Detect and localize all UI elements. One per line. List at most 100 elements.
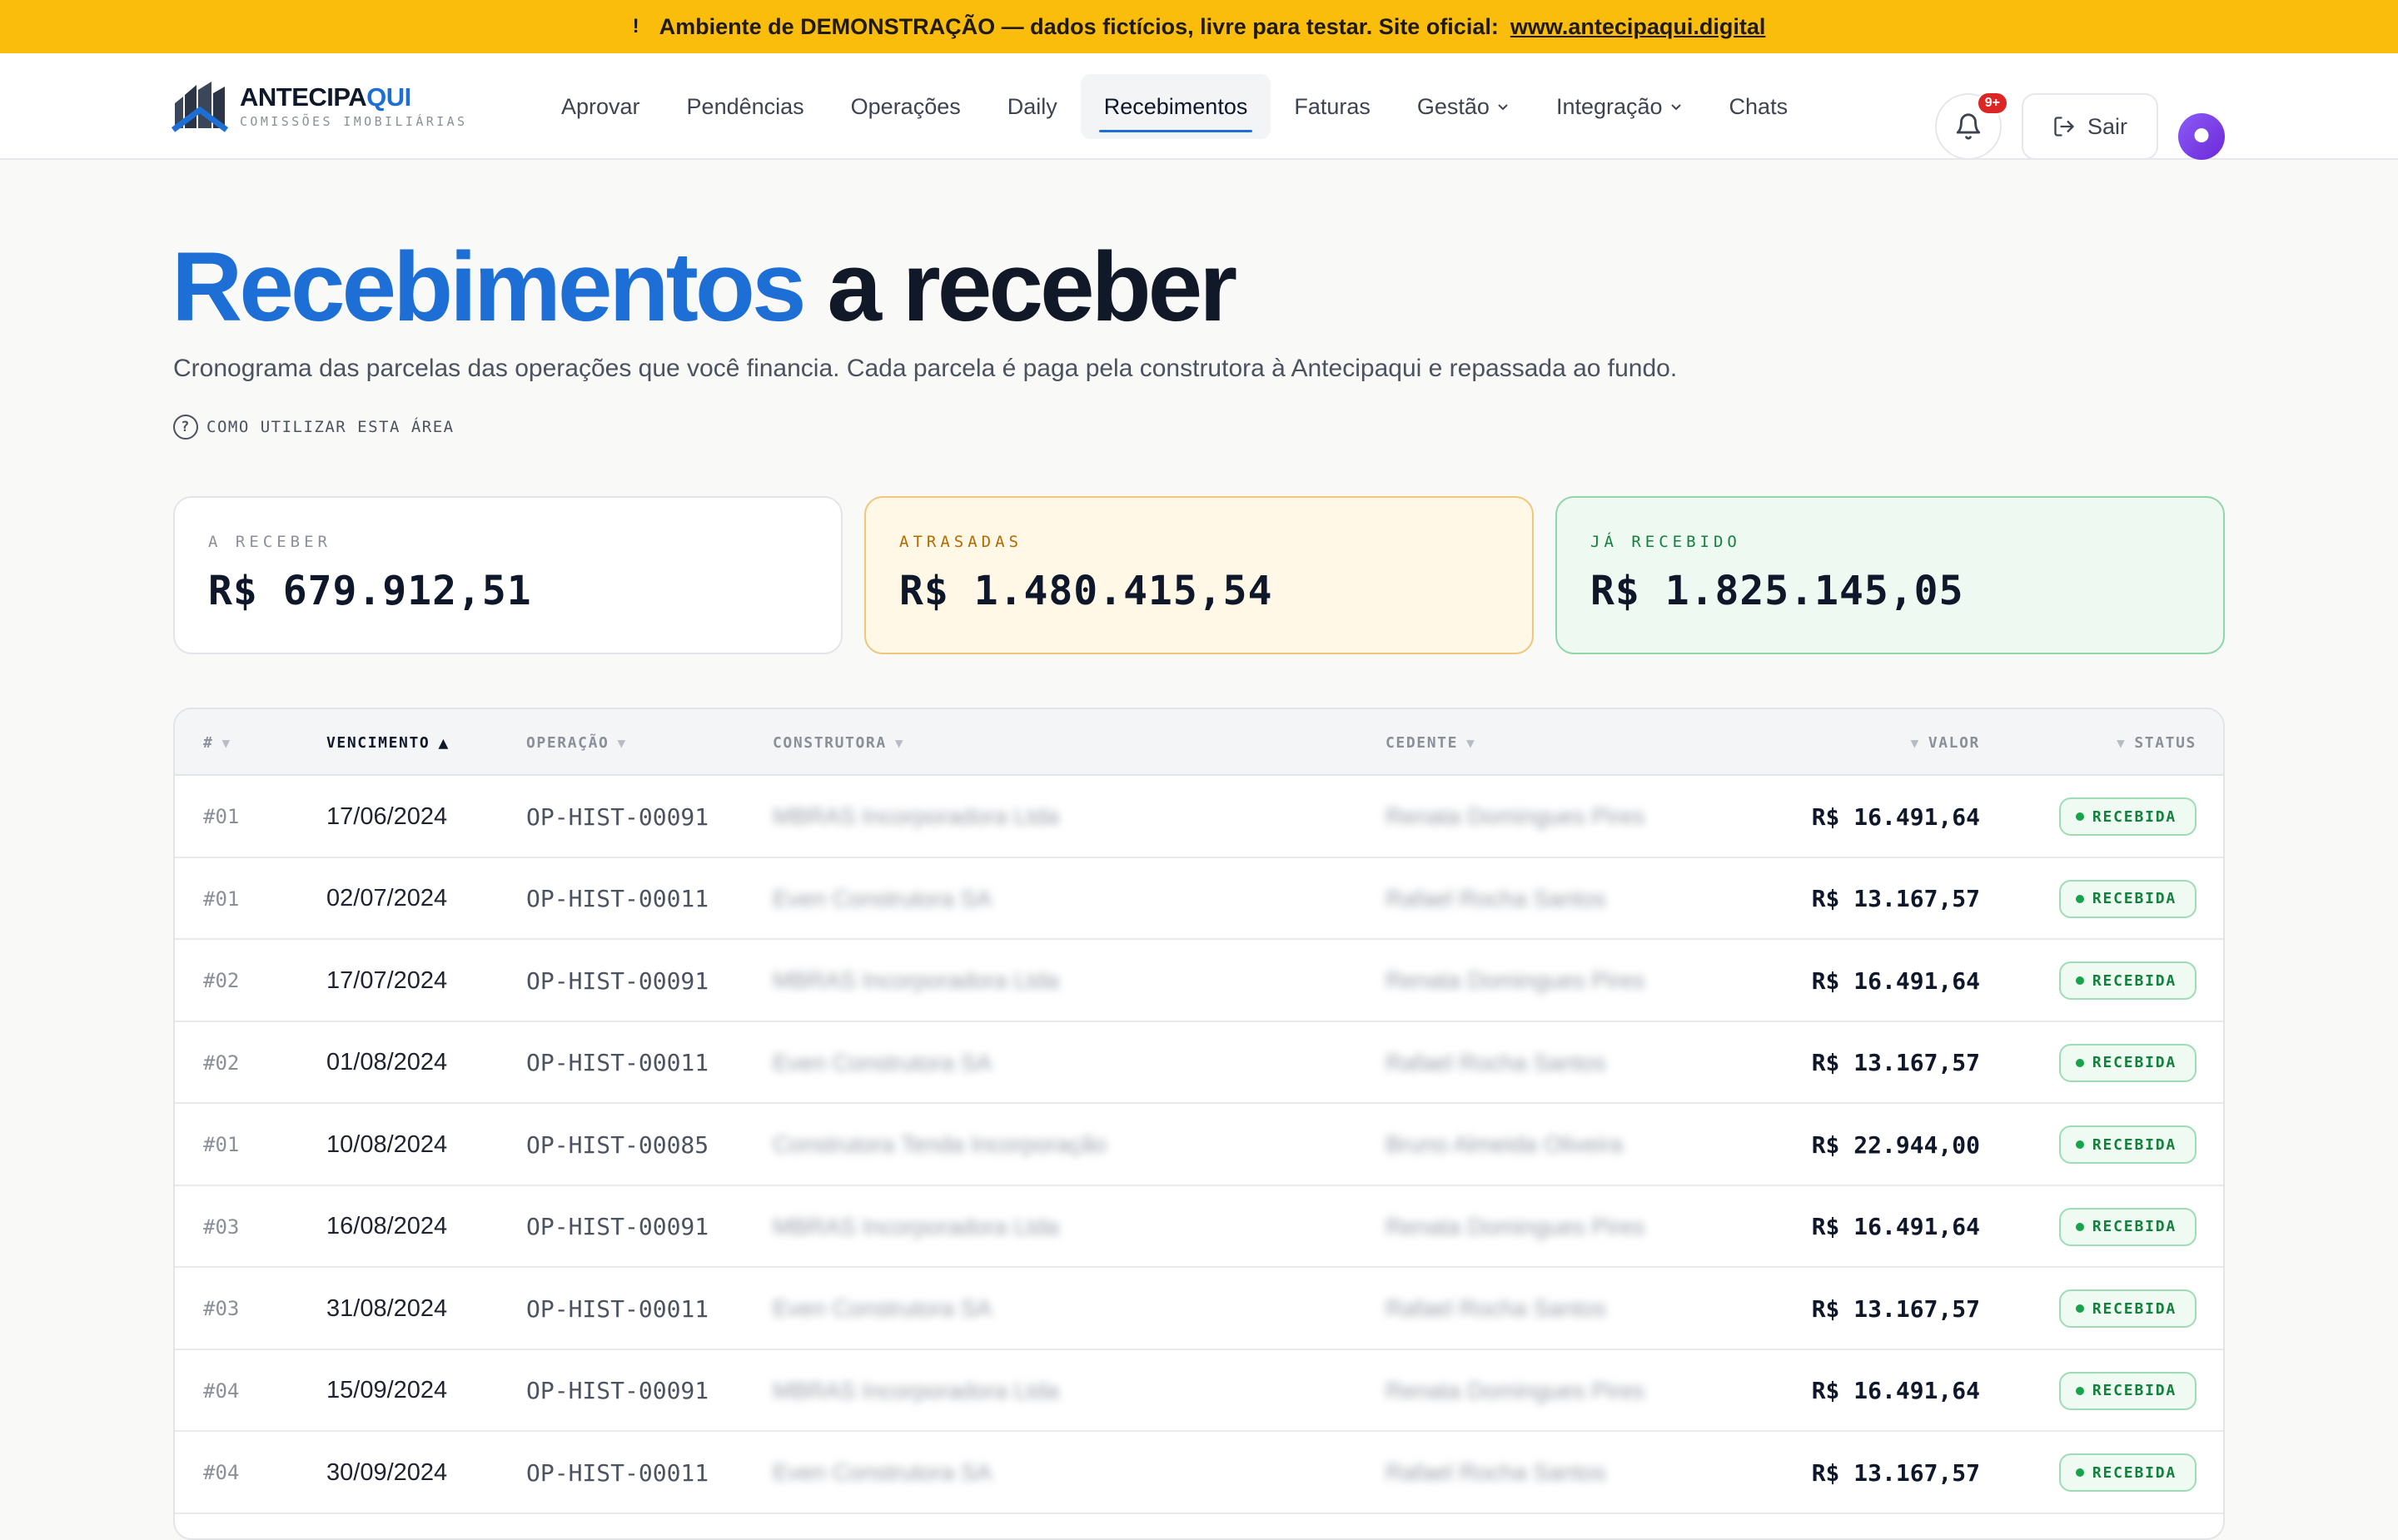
col-status[interactable]: ▼ STATUS (2117, 709, 2197, 776)
cell-operacao[interactable]: OP-HIST-00091 (526, 776, 709, 857)
cell-status: RECEBIDA (2058, 1268, 2197, 1349)
logo[interactable]: ANTECIPAQUI COMISSÕES IMOBILIÁRIAS (172, 78, 467, 133)
card-value: R$ 679.912,51 (208, 568, 532, 614)
sort-icon: ▼ (1910, 734, 1920, 751)
cell-cedente: Rafael Rocha Santos (1386, 1432, 1606, 1513)
card-value: R$ 1.480.415,54 (899, 568, 1273, 614)
cell-status: RECEBIDA (2058, 1432, 2197, 1513)
table-header: # ▼ VENCIMENTO ▲ OPERAÇÃO ▼ CONSTRUTORA ▼ CE… (175, 709, 2223, 776)
cell-vencimento: 15/09/2024 (326, 1377, 448, 1403)
blurred-construtora: MBRAS Incorporadora Ltda (773, 967, 1059, 993)
table-row[interactable]: #01 02/07/2024 OP-HIST-00011 Even Constr… (175, 858, 2223, 940)
blurred-cedente: Rafael Rocha Santos (1386, 1459, 1606, 1485)
cell-construtora: Even Construtora SA (773, 1022, 992, 1104)
cell-status: RECEBIDA (2058, 776, 2197, 857)
col-operacao[interactable]: OPERAÇÃO ▼ (526, 709, 627, 776)
sort-icon: ▼ (894, 734, 905, 751)
cell-vencimento: 17/07/2024 (326, 966, 448, 994)
cell-operacao[interactable]: OP-HIST-00091 (526, 940, 709, 1021)
official-site-link[interactable]: www.antecipaqui.digital (1510, 14, 1766, 40)
col-vencimento[interactable]: VENCIMENTO ▲ (326, 709, 450, 776)
cell-status: RECEBIDA (2058, 940, 2197, 1021)
col-cedente[interactable]: CEDENTE ▼ (1386, 709, 1475, 776)
status-badge: RECEBIDA (2058, 1207, 2197, 1246)
logo-tagline: COMISSÕES IMOBILIÁRIAS (240, 114, 468, 129)
status-dot-icon (2075, 1140, 2084, 1149)
status-dot-icon (2075, 894, 2084, 903)
cell-construtora: MBRAS Incorporadora Ltda (773, 1350, 1059, 1432)
notifications-button[interactable]: 9+ (1935, 92, 2008, 160)
logout-button[interactable]: Sair (2022, 93, 2158, 160)
nav-gestao[interactable]: Gestão (1394, 74, 1533, 139)
user-avatar[interactable] (2178, 113, 2225, 160)
cell-construtora: Construtora Tenda Incorporação (773, 1104, 1107, 1185)
status-badge: RECEBIDA (2058, 1043, 2197, 1082)
top-navbar: ANTECIPAQUI COMISSÕES IMOBILIÁRIAS Aprov… (0, 53, 2398, 160)
col-construtora[interactable]: CONSTRUTORA ▼ (773, 709, 904, 776)
nav-recebimentos[interactable]: Recebimentos (1080, 74, 1271, 139)
blurred-cedente: Rafael Rocha Santos (1386, 1295, 1606, 1321)
nav-daily[interactable]: Daily (984, 74, 1081, 139)
nav-faturas[interactable]: Faturas (1271, 74, 1394, 139)
table-row[interactable]: #02 17/07/2024 OP-HIST-00091 MBRAS Incor… (175, 940, 2223, 1022)
sort-icon: ▼ (221, 734, 231, 751)
sort-asc-icon: ▲ (438, 733, 450, 753)
card-atrasadas: ATRASADAS R$ 1.480.415,54 (864, 496, 1534, 654)
status-badge: RECEBIDA (2058, 797, 2197, 836)
cell-operacao[interactable]: OP-HIST-00011 (526, 1022, 709, 1104)
chevron-down-icon (1498, 104, 1508, 111)
blurred-cedente: Bruno Almeida Oliveira (1386, 1131, 1623, 1157)
table-row[interactable]: #03 31/08/2024 OP-HIST-00011 Even Constr… (175, 1268, 2223, 1350)
cell-valor: R$ 13.167,57 (1811, 1458, 1980, 1487)
sort-icon: ▼ (617, 734, 627, 751)
cell-operacao[interactable]: OP-HIST-00011 (526, 1432, 709, 1513)
cell-cedente: Renata Domingues Pires (1386, 776, 1644, 857)
table-row[interactable]: #03 16/08/2024 OP-HIST-00091 MBRAS Incor… (175, 1186, 2223, 1268)
cell-status: RECEBIDA (2058, 1350, 2197, 1432)
table-row[interactable]: #04 15/09/2024 OP-HIST-00091 MBRAS Incor… (175, 1350, 2223, 1432)
recebimentos-table: # ▼ VENCIMENTO ▲ OPERAÇÃO ▼ CONSTRUTORA ▼ CE… (173, 708, 2225, 1540)
demo-banner: ! Ambiente de DEMONSTRAÇÃO — dados fictí… (0, 0, 2398, 53)
banner-text: Ambiente de DEMONSTRAÇÃO — dados fictíci… (659, 13, 1499, 39)
cell-num: #04 (203, 1379, 240, 1403)
cell-vencimento: 31/08/2024 (326, 1294, 448, 1322)
blurred-cedente: Rafael Rocha Santos (1386, 885, 1606, 912)
table-row[interactable]: #04 30/09/2024 OP-HIST-00011 Even Constr… (175, 1432, 2223, 1514)
cell-num: #02 (203, 1051, 240, 1075)
help-link[interactable]: ? COMO UTILIZAR ESTA ÁREA (173, 415, 455, 440)
main-nav: Aprovar Pendências Operações Daily Receb… (538, 53, 1811, 160)
nav-operacoes[interactable]: Operações (828, 74, 984, 139)
cell-valor: R$ 13.167,57 (1811, 1294, 1980, 1323)
bell-icon (1956, 113, 1981, 140)
status-dot-icon (2075, 1386, 2084, 1395)
nav-integracao[interactable]: Integração (1533, 74, 1706, 139)
nav-aprovar[interactable]: Aprovar (538, 74, 664, 139)
blurred-construtora: Even Construtora SA (773, 1049, 993, 1076)
blurred-construtora: Even Construtora SA (773, 1459, 993, 1485)
buildings-logo-icon (172, 82, 228, 132)
cell-operacao[interactable]: OP-HIST-00091 (526, 1186, 709, 1268)
status-badge: RECEBIDA (2058, 1453, 2197, 1492)
nav-chats[interactable]: Chats (1706, 74, 1812, 139)
user-icon (2194, 128, 2209, 143)
blurred-cedente: Renata Domingues Pires (1386, 967, 1645, 993)
nav-pendencias[interactable]: Pendências (664, 74, 828, 139)
cell-valor: R$ 22.944,00 (1811, 1130, 1980, 1159)
table-row[interactable]: #01 10/08/2024 OP-HIST-00085 Construtora… (175, 1104, 2223, 1186)
cell-valor: R$ 16.491,64 (1811, 1377, 1980, 1404)
cell-operacao[interactable]: OP-HIST-00091 (526, 1350, 709, 1432)
status-badge: RECEBIDA (2058, 879, 2197, 918)
cell-valor: R$ 13.167,57 (1811, 1049, 1980, 1076)
col-num[interactable]: # ▼ (203, 709, 231, 776)
blurred-construtora: MBRAS Incorporadora Ltda (773, 1213, 1059, 1239)
cell-num: #03 (203, 1297, 240, 1320)
cell-operacao[interactable]: OP-HIST-00085 (526, 1104, 709, 1185)
blurred-cedente: Renata Domingues Pires (1386, 803, 1645, 829)
col-valor[interactable]: ▼ VALOR (1911, 709, 1980, 776)
sort-icon: ▼ (2117, 734, 2127, 751)
table-row[interactable]: #02 01/08/2024 OP-HIST-00011 Even Constr… (175, 1022, 2223, 1104)
blurred-construtora: Even Construtora SA (773, 885, 993, 912)
cell-operacao[interactable]: OP-HIST-00011 (526, 1268, 709, 1349)
cell-operacao[interactable]: OP-HIST-00011 (526, 858, 709, 940)
table-row[interactable]: #01 17/06/2024 OP-HIST-00091 MBRAS Incor… (175, 776, 2223, 858)
